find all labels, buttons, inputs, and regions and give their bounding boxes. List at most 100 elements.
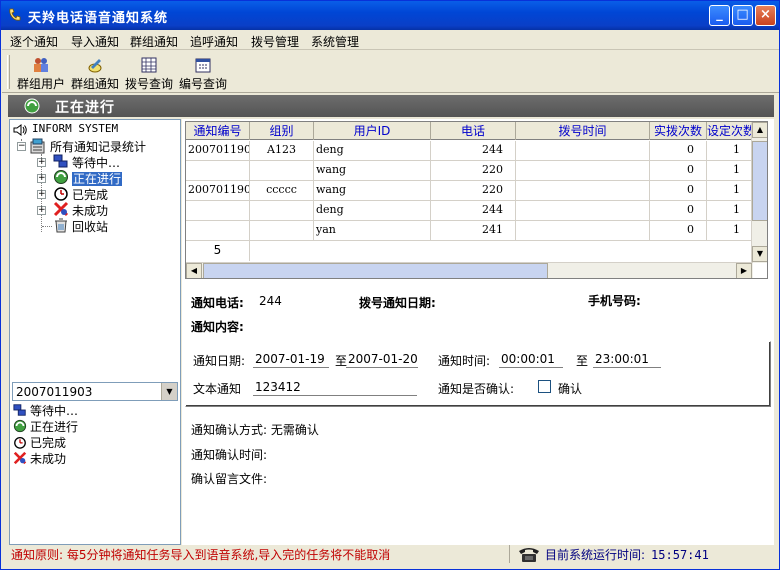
tree-expander-completed[interactable]: + bbox=[37, 190, 46, 199]
date-from-field[interactable]: 2007-01-19 bbox=[253, 350, 329, 368]
tree-item-recycle-bin[interactable]: 回收站 bbox=[72, 218, 108, 235]
legend-failed: 未成功 bbox=[30, 452, 67, 466]
col-set-dials[interactable]: 设定次数 bbox=[707, 122, 753, 140]
number-query-label: 编号查询 bbox=[178, 77, 227, 91]
speaker-icon bbox=[13, 124, 27, 136]
cell-actual-dials: 0 bbox=[650, 201, 707, 221]
scroll-right-icon[interactable]: ▶ bbox=[736, 263, 752, 278]
group-users-icon bbox=[34, 58, 48, 72]
tree-item-failed[interactable]: 未成功 bbox=[72, 202, 108, 219]
toolbar-grip[interactable] bbox=[7, 55, 10, 89]
notify-settings-box: 通知日期: 2007-01-19 至 2007-01-20 通知时间: 00:0… bbox=[185, 341, 771, 407]
cell-dial-time bbox=[516, 161, 650, 181]
dial-date-label: 拨号通知日期: bbox=[359, 296, 436, 310]
confirm-checkbox[interactable] bbox=[538, 380, 551, 393]
legend-completed: 已完成 bbox=[30, 436, 67, 450]
close-button[interactable]: × bbox=[755, 5, 776, 26]
notify-grid[interactable]: 通知编号 组别 用户ID 电话 拨号时间 实拨次数 设定次数 200701190… bbox=[185, 121, 768, 279]
cell-user-id: wang bbox=[314, 161, 431, 181]
cell-actual-dials: 0 bbox=[650, 141, 707, 161]
tree-item-in-progress-label: 正在进行 bbox=[72, 172, 123, 186]
tree-expander-all[interactable]: − bbox=[17, 142, 26, 151]
date-to-field[interactable]: 2007-01-20 bbox=[346, 350, 418, 368]
col-dial-time[interactable]: 拨号时间 bbox=[516, 122, 650, 140]
cell-actual-dials: 0 bbox=[650, 221, 707, 241]
phone-handset-icon bbox=[9, 8, 21, 21]
col-actual-dials[interactable]: 实拨次数 bbox=[650, 122, 707, 140]
tree-expander-waiting[interactable]: + bbox=[37, 158, 46, 167]
grid-header: 通知编号 组别 用户ID 电话 拨号时间 实拨次数 设定次数 bbox=[186, 122, 753, 140]
title-bar[interactable]: 天羚电话语音通知系统 _ □ × bbox=[1, 1, 779, 30]
failed-icon bbox=[13, 451, 27, 465]
menu-single-notify[interactable]: 逐个通知 bbox=[10, 33, 58, 50]
cell-user-id: deng bbox=[314, 201, 431, 221]
cell-set-dials: 1 bbox=[707, 141, 753, 161]
confirm-checkbox-label[interactable]: 确认 bbox=[558, 380, 582, 397]
dial-query-label: 拨号查询 bbox=[124, 77, 173, 91]
tree-item-waiting[interactable]: 等待中… bbox=[72, 154, 120, 171]
col-user-id[interactable]: 用户ID bbox=[314, 122, 431, 140]
menu-import-notify[interactable]: 导入通知 bbox=[71, 33, 119, 50]
cell-notify-id: 2007011901 bbox=[186, 181, 250, 201]
cell-notify-id bbox=[186, 161, 250, 181]
right-detail-panel: 通知编号 组别 用户ID 电话 拨号时间 实拨次数 设定次数 200701190… bbox=[182, 119, 774, 545]
cell-set-dials: 1 bbox=[707, 221, 753, 241]
telephone-icon bbox=[519, 548, 539, 562]
recycle-bin-icon bbox=[55, 218, 67, 233]
menu-system-manage[interactable]: 系统管理 bbox=[311, 33, 359, 50]
maximize-button[interactable]: □ bbox=[732, 5, 753, 26]
failed-icon bbox=[53, 201, 69, 217]
group-notify-label: 群组通知 bbox=[70, 77, 119, 91]
cell-set-dials: 1 bbox=[707, 181, 753, 201]
grid-horizontal-scrollbar[interactable]: ◀ ▶ bbox=[186, 262, 753, 278]
scroll-thumb[interactable] bbox=[752, 141, 767, 221]
notify-time-label: 通知时间: bbox=[438, 354, 491, 368]
status-separator bbox=[509, 545, 510, 563]
status-principle-text: 通知原则: 每5分钟将通知任务导入到语音系统,导入完的任务将不能取消 bbox=[11, 548, 391, 562]
status-bar: 通知原则: 每5分钟将通知任务导入到语音系统,导入完的任务将不能取消 目前系统运… bbox=[9, 545, 774, 563]
tree-line bbox=[42, 226, 52, 227]
cell-group: ccccc bbox=[250, 181, 314, 201]
phone-label: 通知电话: bbox=[191, 296, 244, 310]
menu-dial-manage[interactable]: 拨号管理 bbox=[251, 33, 299, 50]
tree-item-in-progress[interactable]: 正在进行 bbox=[72, 170, 123, 187]
menu-followup-notify[interactable]: 追呼通知 bbox=[190, 33, 238, 50]
scroll-down-icon[interactable]: ▼ bbox=[752, 246, 767, 262]
col-phone[interactable]: 电话 bbox=[431, 122, 516, 140]
cell-actual-dials: 0 bbox=[650, 181, 707, 201]
number-query-button[interactable]: 编号查询 bbox=[176, 54, 230, 92]
status-runtime: 目前系统运行时间: 15:57:41 bbox=[545, 546, 709, 563]
group-users-button[interactable]: 群组用户 bbox=[14, 54, 68, 92]
dial-query-button[interactable]: 拨号查询 bbox=[122, 54, 176, 92]
scroll-left-icon[interactable]: ◀ bbox=[186, 263, 202, 278]
time-to-field[interactable]: 23:00:01 bbox=[593, 350, 661, 368]
scroll-hthumb[interactable] bbox=[203, 263, 548, 278]
in-progress-icon bbox=[24, 98, 40, 114]
combo-arrow-icon[interactable]: ▼ bbox=[161, 383, 177, 400]
group-notify-button[interactable]: 群组通知 bbox=[68, 54, 122, 92]
text-notify-label: 文本通知 bbox=[193, 382, 242, 396]
cell-group: A123 bbox=[250, 141, 314, 161]
scroll-up-icon[interactable]: ▲ bbox=[752, 122, 767, 138]
minimize-button[interactable]: _ bbox=[709, 5, 730, 26]
notify-id-combobox[interactable]: 2007011903 ▼ bbox=[12, 382, 178, 401]
time-from-field[interactable]: 00:00:01 bbox=[499, 350, 563, 368]
waiting-icon bbox=[13, 404, 26, 416]
text-notify-field[interactable]: 123412 bbox=[253, 378, 417, 396]
tree-expander-in-progress[interactable]: + bbox=[37, 174, 46, 183]
grid-vertical-scrollbar[interactable]: ▲ ▼ bbox=[751, 122, 767, 263]
col-group[interactable]: 组别 bbox=[250, 122, 314, 140]
runtime-label: 目前系统运行时间: bbox=[545, 548, 646, 562]
toolbar: 群组用户 群组通知 拨号查询 编号查询 bbox=[2, 51, 779, 93]
col-notify-id[interactable]: 通知编号 bbox=[186, 122, 250, 140]
tree-expander-failed[interactable]: + bbox=[37, 206, 46, 215]
confirm-required-label: 通知是否确认: bbox=[438, 382, 515, 396]
menu-group-notify[interactable]: 群组通知 bbox=[130, 33, 178, 50]
tree-root[interactable]: INFORM SYSTEM bbox=[32, 122, 118, 135]
app-window: 天羚电话语音通知系统 _ □ × 逐个通知 导入通知 群组通知 追呼通知 拨号管… bbox=[0, 0, 780, 570]
phone-value: 244 bbox=[259, 294, 282, 308]
tree-item-completed[interactable]: 已完成 bbox=[72, 186, 108, 203]
cell-notify-id bbox=[186, 221, 250, 241]
time-to-separator: 至 bbox=[576, 354, 589, 368]
banner-title: 正在进行 bbox=[55, 100, 115, 116]
